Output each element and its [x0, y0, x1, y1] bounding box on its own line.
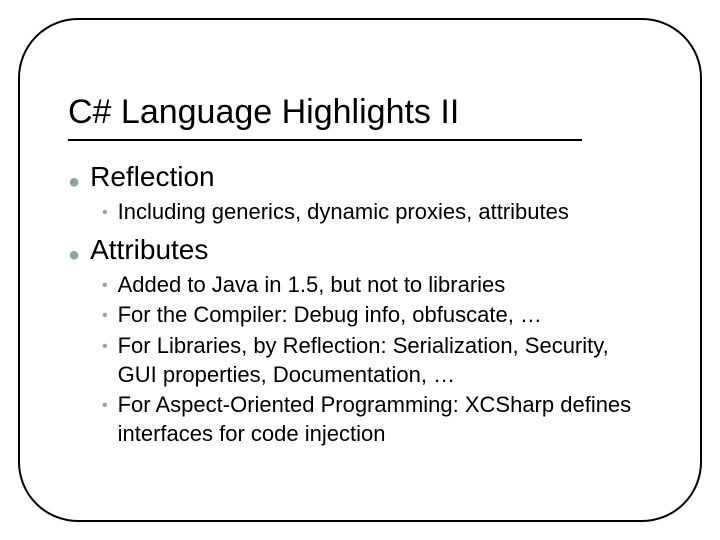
- bullet-level-2: • Including generics, dynamic proxies, a…: [102, 198, 652, 227]
- slide: C# Language Highlights II ● Reflection •…: [0, 0, 720, 540]
- slide-frame: C# Language Highlights II ● Reflection •…: [18, 18, 702, 522]
- title-underline: [68, 139, 582, 141]
- disc-icon: ●: [68, 172, 80, 192]
- dot-icon: •: [102, 398, 108, 414]
- bullet-level-2: • For the Compiler: Debug info, obfuscat…: [102, 301, 652, 330]
- slide-body: ● Reflection • Including generics, dynam…: [68, 159, 652, 448]
- bullet-text: Including generics, dynamic proxies, att…: [118, 198, 569, 227]
- bullet-level-2: • For Libraries, by Reflection: Serializ…: [102, 332, 652, 389]
- bullet-text: For Aspect-Oriented Programming: XCSharp…: [118, 391, 652, 448]
- title-block: C# Language Highlights II: [68, 94, 652, 141]
- disc-icon: ●: [68, 245, 80, 265]
- dot-icon: •: [102, 308, 108, 324]
- list-item: ● Reflection • Including generics, dynam…: [68, 159, 652, 226]
- dot-icon: •: [102, 339, 108, 355]
- bullet-text: For the Compiler: Debug info, obfuscate,…: [118, 301, 542, 330]
- bullet-level-2: • For Aspect-Oriented Programming: XCSha…: [102, 391, 652, 448]
- bullet-level-2: • Added to Java in 1.5, but not to libra…: [102, 271, 652, 300]
- bullet-level-1: ● Reflection: [68, 159, 652, 195]
- bullet-level-1: ● Attributes: [68, 232, 652, 268]
- dot-icon: •: [102, 205, 108, 221]
- bullet-label: Reflection: [90, 159, 215, 195]
- bullet-text: For Libraries, by Reflection: Serializat…: [118, 332, 652, 389]
- slide-title: C# Language Highlights II: [68, 94, 652, 137]
- dot-icon: •: [102, 278, 108, 294]
- bullet-label: Attributes: [90, 232, 208, 268]
- bullet-text: Added to Java in 1.5, but not to librari…: [118, 271, 506, 300]
- list-item: ● Attributes • Added to Java in 1.5, but…: [68, 232, 652, 448]
